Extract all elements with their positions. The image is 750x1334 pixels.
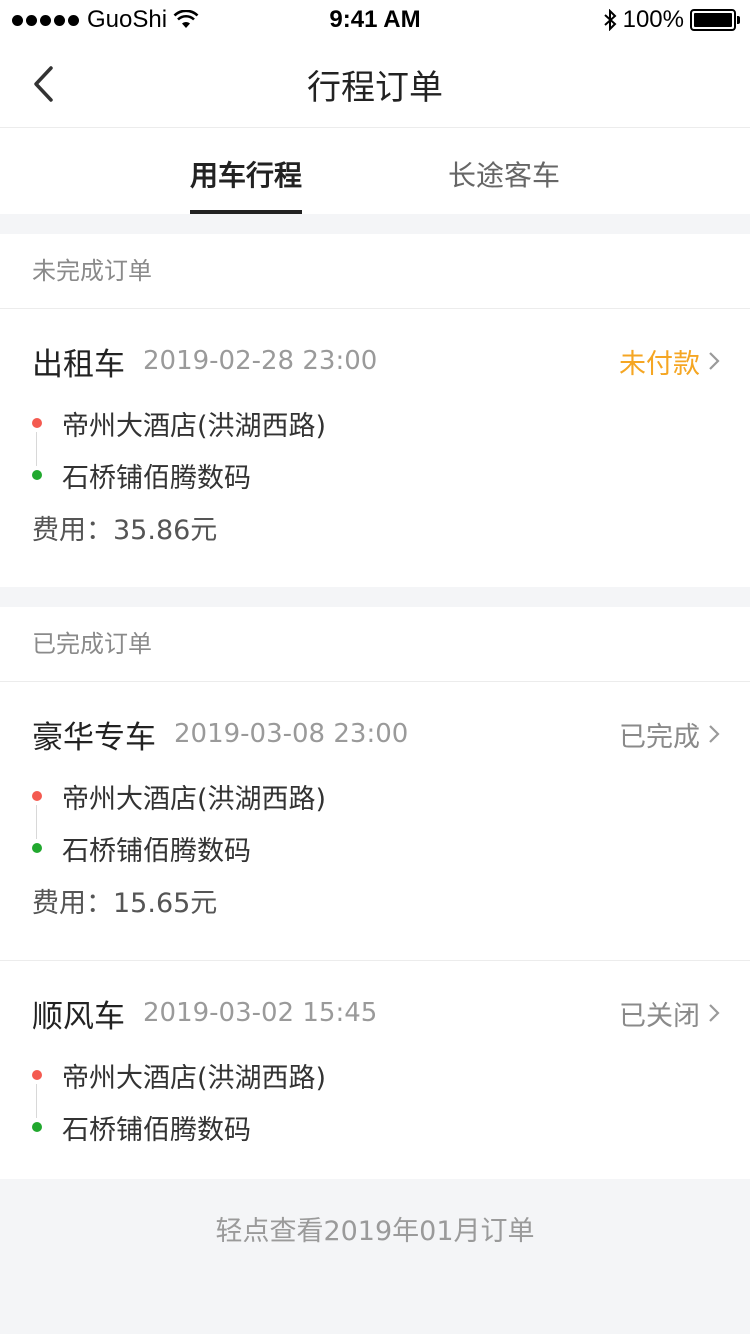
section-title: 已完成订单 (0, 607, 750, 682)
chevron-right-icon (709, 725, 720, 743)
chevron-right-icon (709, 1004, 720, 1022)
start-address: 帝州大酒店(洪湖西路) (62, 783, 327, 815)
start-address: 帝州大酒店(洪湖西路) (62, 410, 327, 442)
status-bar: GuoShi 9:41 AM 100% (0, 0, 750, 40)
battery-icon (690, 9, 740, 31)
tab-bar: 用车行程 长途客车 (0, 128, 750, 214)
tab-long-distance-bus[interactable]: 长途客车 (448, 128, 560, 214)
end-dot-icon (32, 1122, 42, 1132)
tab-ride-trips[interactable]: 用车行程 (189, 128, 303, 214)
status-right: 100% (603, 6, 740, 34)
start-dot-icon (32, 1070, 42, 1080)
car-type: 顺风车 (32, 998, 125, 1035)
order-status[interactable]: 未付款 (619, 342, 720, 381)
status-label: 未付款 (619, 348, 700, 380)
car-type: 出租车 (32, 346, 125, 383)
route-connector (36, 1084, 37, 1118)
order-card[interactable]: 出租车 2019-02-28 23:00 未付款 帝州大酒店(洪湖西路) 石桥铺… (0, 309, 750, 587)
route-end: 石桥铺佰腾数码 (32, 822, 720, 874)
end-dot-icon (32, 843, 42, 853)
end-address: 石桥铺佰腾数码 (62, 1114, 251, 1146)
start-address: 帝州大酒店(洪湖西路) (62, 1062, 327, 1094)
section-finished: 已完成订单 豪华专车 2019-03-08 23:00 已完成 帝州大酒店(洪湖… (0, 607, 750, 1179)
route-start: 帝州大酒店(洪湖西路) (32, 770, 720, 822)
order-time: 2019-03-02 15:45 (143, 998, 378, 1028)
section-unfinished: 未完成订单 出租车 2019-02-28 23:00 未付款 帝州大酒店(洪湖西… (0, 234, 750, 587)
route-start: 帝州大酒店(洪湖西路) (32, 397, 720, 449)
route: 帝州大酒店(洪湖西路) 石桥铺佰腾数码 (32, 770, 720, 874)
page-title: 行程订单 (307, 68, 443, 108)
end-dot-icon (32, 470, 42, 480)
order-time: 2019-03-08 23:00 (174, 719, 409, 749)
end-address: 石桥铺佰腾数码 (62, 462, 251, 494)
order-card[interactable]: 顺风车 2019-03-02 15:45 已关闭 帝州大酒店(洪湖西路) 石桥铺… (0, 961, 750, 1179)
order-fee: 费用：15.65元 (32, 888, 218, 919)
route-connector (36, 805, 37, 839)
start-dot-icon (32, 418, 42, 428)
start-dot-icon (32, 791, 42, 801)
order-card[interactable]: 豪华专车 2019-03-08 23:00 已完成 帝州大酒店(洪湖西路) 石桥… (0, 682, 750, 961)
order-status[interactable]: 已完成 (619, 715, 720, 754)
bluetooth-icon (603, 9, 617, 31)
view-previous-month-link[interactable]: 轻点查看2019年01月订单 (0, 1179, 750, 1248)
order-status[interactable]: 已关闭 (619, 994, 720, 1033)
order-time: 2019-02-28 23:00 (143, 346, 378, 376)
route-end: 石桥铺佰腾数码 (32, 449, 720, 501)
status-label: 已完成 (619, 721, 700, 753)
route-start: 帝州大酒店(洪湖西路) (32, 1049, 720, 1101)
car-type: 豪华专车 (32, 719, 156, 756)
order-fee: 费用：35.86元 (32, 515, 218, 546)
nav-bar: 行程订单 (0, 40, 750, 128)
route: 帝州大酒店(洪湖西路) 石桥铺佰腾数码 (32, 1049, 720, 1153)
section-title: 未完成订单 (0, 234, 750, 309)
battery-percent: 100% (622, 6, 684, 33)
route-end: 石桥铺佰腾数码 (32, 1101, 720, 1153)
route-connector (36, 432, 37, 466)
end-address: 石桥铺佰腾数码 (62, 835, 251, 867)
status-label: 已关闭 (619, 1000, 700, 1032)
route: 帝州大酒店(洪湖西路) 石桥铺佰腾数码 (32, 397, 720, 501)
chevron-right-icon (709, 352, 720, 370)
